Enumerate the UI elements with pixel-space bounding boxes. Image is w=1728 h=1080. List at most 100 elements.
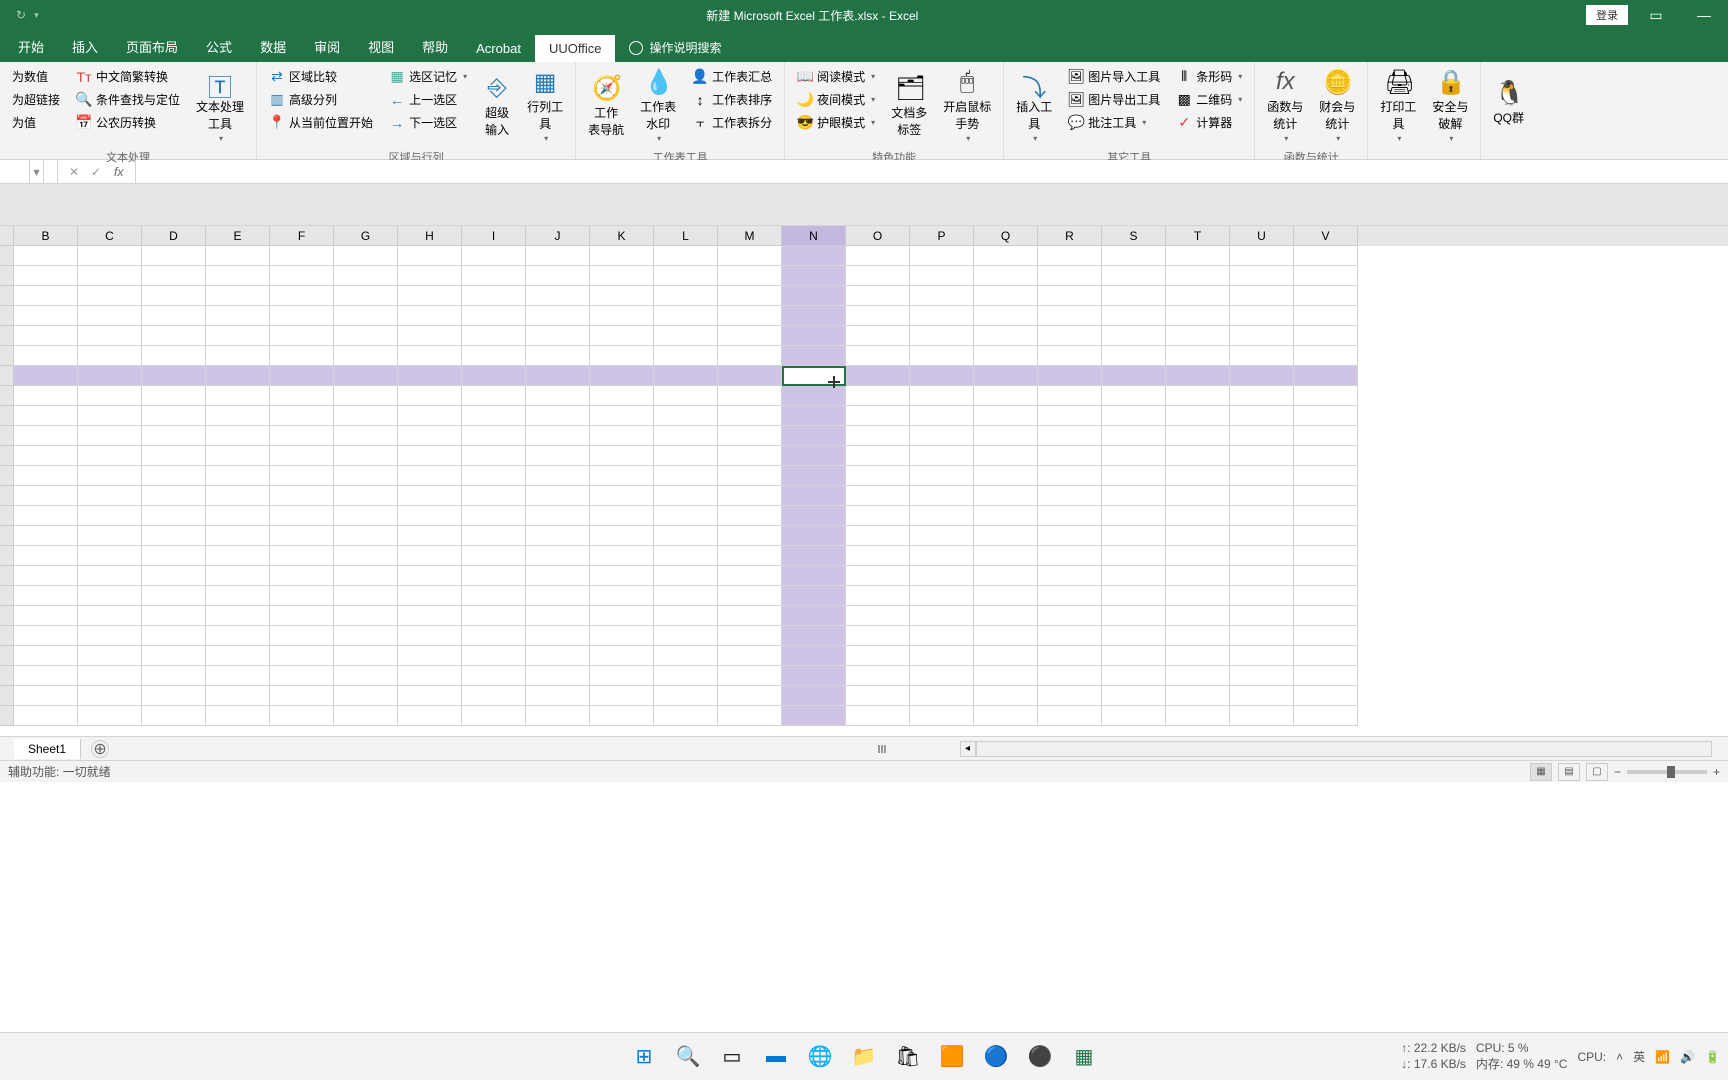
image-export-button[interactable]: 🖼图片导出工具 (1064, 89, 1164, 110)
cell[interactable] (1166, 466, 1230, 486)
cell[interactable] (654, 526, 718, 546)
cell[interactable] (270, 266, 334, 286)
cell[interactable] (1038, 486, 1102, 506)
cell[interactable] (398, 626, 462, 646)
cell[interactable] (782, 706, 846, 726)
cell[interactable] (910, 386, 974, 406)
sheet-tab[interactable]: Sheet1 (14, 739, 81, 759)
fx-label[interactable]: fx (108, 165, 129, 179)
cell[interactable] (462, 406, 526, 426)
cell[interactable] (1102, 706, 1166, 726)
cell[interactable] (654, 386, 718, 406)
cell[interactable] (1038, 526, 1102, 546)
cell[interactable] (206, 426, 270, 446)
cell[interactable] (782, 306, 846, 326)
cell[interactable] (526, 506, 590, 526)
cell[interactable] (142, 246, 206, 266)
cell[interactable] (526, 306, 590, 326)
column-header[interactable]: M (718, 226, 782, 246)
cell[interactable] (1166, 366, 1230, 386)
cell[interactable] (526, 606, 590, 626)
cell[interactable] (654, 586, 718, 606)
cell[interactable] (206, 666, 270, 686)
cell[interactable] (910, 326, 974, 346)
column-header[interactable]: F (270, 226, 334, 246)
cell[interactable] (206, 346, 270, 366)
row-header[interactable] (0, 446, 14, 466)
cell[interactable] (78, 466, 142, 486)
cell[interactable] (78, 386, 142, 406)
tray-chevron-icon[interactable]: ˄ (1616, 1050, 1623, 1064)
cell[interactable] (846, 366, 910, 386)
cell[interactable] (1230, 646, 1294, 666)
column-header[interactable]: K (590, 226, 654, 246)
cell[interactable] (334, 566, 398, 586)
cell[interactable] (974, 366, 1038, 386)
cell[interactable] (78, 426, 142, 446)
cell[interactable] (206, 486, 270, 506)
cell[interactable] (1102, 446, 1166, 466)
cell[interactable] (846, 526, 910, 546)
cell[interactable] (1102, 566, 1166, 586)
tab-review[interactable]: 审阅 (300, 31, 354, 62)
cell[interactable] (206, 626, 270, 646)
cell[interactable] (142, 486, 206, 506)
cell[interactable] (590, 566, 654, 586)
cell[interactable] (1166, 526, 1230, 546)
row-header[interactable] (0, 566, 14, 586)
cell[interactable] (1230, 446, 1294, 466)
cell[interactable] (718, 386, 782, 406)
cell[interactable] (1102, 286, 1166, 306)
cell[interactable] (1102, 326, 1166, 346)
cell[interactable] (974, 266, 1038, 286)
cell[interactable] (718, 466, 782, 486)
night-mode-button[interactable]: 🌙夜间模式▾ (793, 89, 879, 110)
cell[interactable] (142, 406, 206, 426)
cell[interactable] (974, 446, 1038, 466)
cell[interactable] (206, 526, 270, 546)
cell[interactable] (270, 386, 334, 406)
cell[interactable] (1294, 446, 1358, 466)
cell[interactable] (270, 246, 334, 266)
cell[interactable] (398, 386, 462, 406)
cell[interactable] (270, 586, 334, 606)
column-header[interactable]: Q (974, 226, 1038, 246)
cell[interactable] (974, 326, 1038, 346)
zoom-slider[interactable] (1627, 770, 1707, 774)
cell[interactable] (398, 566, 462, 586)
cell[interactable] (974, 286, 1038, 306)
cell[interactable] (526, 586, 590, 606)
cell[interactable] (1166, 446, 1230, 466)
cell[interactable] (334, 606, 398, 626)
cell[interactable] (846, 246, 910, 266)
cell[interactable] (270, 686, 334, 706)
cell[interactable] (142, 526, 206, 546)
cell[interactable] (526, 706, 590, 726)
cell[interactable] (270, 566, 334, 586)
column-header[interactable]: H (398, 226, 462, 246)
cell[interactable] (78, 626, 142, 646)
cell[interactable] (718, 486, 782, 506)
cell[interactable] (14, 306, 78, 326)
cell[interactable] (1102, 486, 1166, 506)
row-header[interactable] (0, 486, 14, 506)
cell[interactable] (334, 246, 398, 266)
cell[interactable] (142, 586, 206, 606)
cell[interactable] (334, 306, 398, 326)
cell[interactable] (718, 646, 782, 666)
cell[interactable] (910, 406, 974, 426)
tell-me-search[interactable]: 操作说明搜索 (615, 33, 735, 62)
horizontal-scrollbar[interactable]: ◂ ▸ (960, 741, 1728, 757)
cell[interactable] (78, 266, 142, 286)
cell[interactable] (206, 586, 270, 606)
cell[interactable] (78, 446, 142, 466)
cell[interactable] (590, 666, 654, 686)
cell[interactable] (206, 406, 270, 426)
cell[interactable] (590, 426, 654, 446)
cell[interactable] (462, 646, 526, 666)
column-header[interactable]: E (206, 226, 270, 246)
cell[interactable] (462, 446, 526, 466)
cell[interactable] (718, 586, 782, 606)
sheet-split-button[interactable]: ⫟工作表拆分 (688, 112, 776, 133)
cell[interactable] (718, 526, 782, 546)
